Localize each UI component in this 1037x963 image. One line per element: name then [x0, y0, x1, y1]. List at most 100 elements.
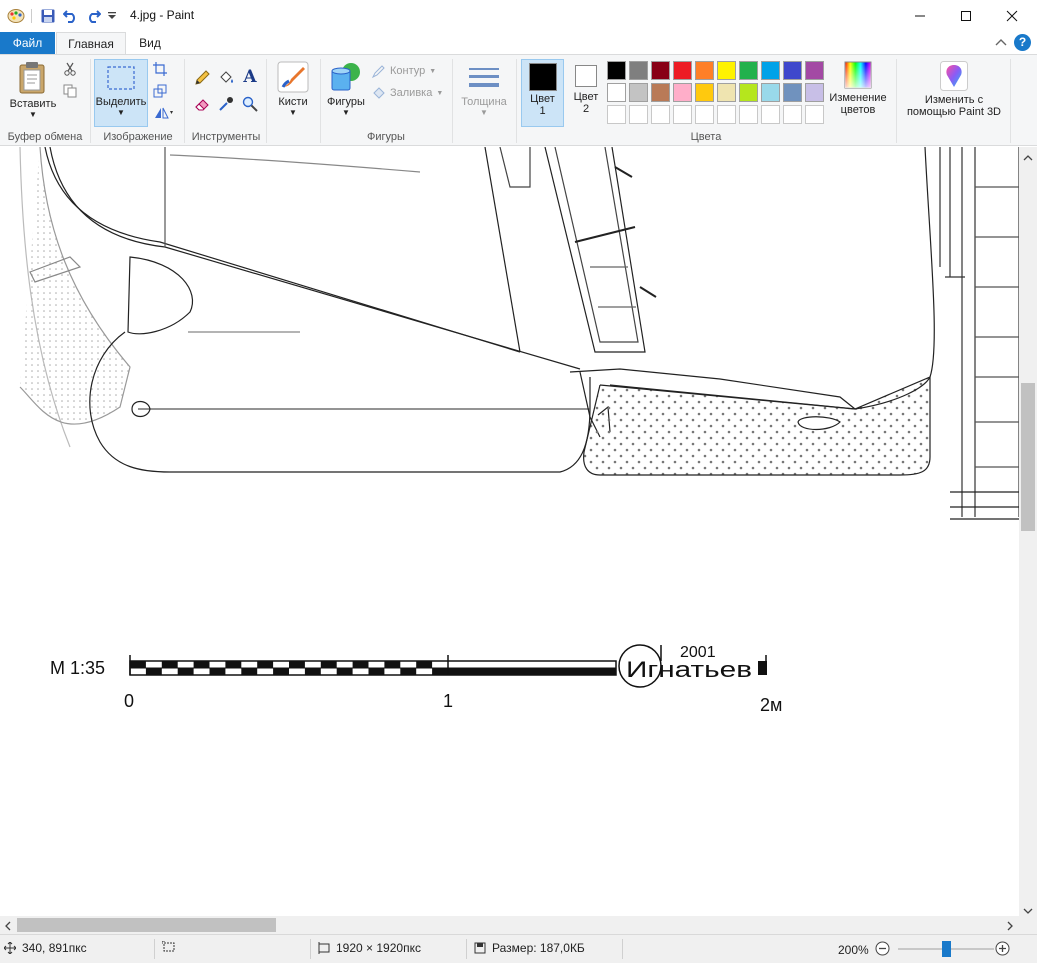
paste-icon	[19, 62, 45, 94]
palette-empty-swatch[interactable]	[739, 105, 758, 124]
palette-color-swatch[interactable]	[695, 61, 714, 80]
scroll-right-icon[interactable]	[1006, 920, 1014, 934]
color2-swatch	[575, 65, 597, 87]
scroll-up-icon[interactable]	[1023, 151, 1033, 165]
undo-icon[interactable]	[62, 7, 80, 25]
palette-color-swatch[interactable]	[761, 61, 780, 80]
pencil-icon[interactable]	[193, 69, 211, 87]
palette-empty-swatch[interactable]	[783, 105, 802, 124]
zoom-in-button[interactable]	[995, 941, 1010, 959]
scale-bar-segment	[161, 661, 178, 668]
rotate-icon[interactable]	[152, 105, 176, 121]
palette-color-swatch[interactable]	[629, 61, 648, 80]
group-separator	[896, 59, 897, 143]
tab-file[interactable]: Файл	[0, 32, 55, 54]
scale-bar-segment	[145, 668, 162, 675]
zoom-slider-thumb[interactable]	[942, 941, 951, 957]
select-icon	[107, 66, 135, 90]
zoom-out-button[interactable]	[875, 941, 890, 959]
save-icon[interactable]	[39, 7, 57, 25]
palette-empty-swatch[interactable]	[761, 105, 780, 124]
palette-color-swatch[interactable]	[805, 83, 824, 102]
palette-empty-swatch[interactable]	[629, 105, 648, 124]
scale-bar-segment	[130, 661, 146, 668]
tab-home[interactable]: Главная	[56, 32, 126, 55]
ribbon-tabs: Файл Главная Вид ?	[0, 32, 1037, 55]
eraser-icon[interactable]	[193, 95, 211, 113]
palette-color-swatch[interactable]	[761, 83, 780, 102]
palette-empty-swatch[interactable]	[651, 105, 670, 124]
palette-color-swatch[interactable]	[651, 83, 670, 102]
help-icon[interactable]: ?	[1014, 34, 1031, 51]
palette-color-swatch[interactable]	[805, 61, 824, 80]
size-button[interactable]: Толщина ▼	[456, 59, 512, 127]
vertical-scrollbar[interactable]	[1019, 147, 1037, 916]
file-size: Размер: 187,0КБ	[474, 941, 585, 955]
palette-color-swatch[interactable]	[673, 83, 692, 102]
palette-color-swatch[interactable]	[695, 83, 714, 102]
edit-with-paint3d-button[interactable]: Изменить с помощью Paint 3D	[900, 59, 1008, 127]
redo-icon[interactable]	[84, 7, 102, 25]
zoom-out-icon	[875, 941, 890, 956]
vertical-scroll-thumb[interactable]	[1021, 383, 1035, 531]
palette-empty-swatch[interactable]	[607, 105, 626, 124]
color2-button[interactable]: Цвет 2	[566, 59, 606, 127]
paint-app-icon[interactable]	[6, 7, 26, 25]
drawing-canvas[interactable]: М 1:35 0 1 2м 2001 Игнатьев	[0, 147, 1019, 916]
color1-label-line1: Цвет	[530, 93, 555, 105]
shapes-button[interactable]: Фигуры ▼	[322, 59, 370, 127]
crop-icon[interactable]	[152, 61, 168, 77]
palette-empty-swatch[interactable]	[805, 105, 824, 124]
scroll-left-icon[interactable]	[4, 920, 12, 934]
minimize-icon	[915, 15, 925, 17]
fill-button[interactable]: Заливка ▼	[372, 85, 452, 101]
palette-color-swatch[interactable]	[739, 83, 758, 102]
tab-view[interactable]: Вид	[130, 32, 170, 54]
color1-button[interactable]: Цвет 1	[521, 59, 564, 127]
customize-quick-access-icon[interactable]	[105, 7, 119, 25]
palette-empty-swatch[interactable]	[717, 105, 736, 124]
magnifier-icon[interactable]	[241, 95, 259, 113]
cut-icon[interactable]	[62, 61, 78, 77]
status-divider	[466, 939, 467, 959]
palette-empty-swatch[interactable]	[673, 105, 692, 124]
palette-color-swatch[interactable]	[717, 83, 736, 102]
paste-button[interactable]: Вставить ▼	[4, 59, 62, 127]
color2-label-line1: Цвет	[573, 91, 599, 103]
outline-dropdown-icon: ▼	[429, 67, 437, 75]
scale-bar-segment	[320, 661, 337, 668]
brushes-button[interactable]: Кисти ▼	[270, 59, 316, 127]
palette-color-swatch[interactable]	[651, 61, 670, 80]
zoom-controls: 200%	[838, 941, 890, 959]
palette-color-swatch[interactable]	[607, 83, 626, 102]
palette-color-swatch[interactable]	[673, 61, 692, 80]
close-button[interactable]	[989, 0, 1035, 32]
fill-bucket-icon[interactable]	[217, 69, 235, 87]
select-button[interactable]: Выделить ▼	[94, 59, 148, 127]
maximize-button[interactable]	[943, 0, 989, 32]
color-picker-icon[interactable]	[217, 95, 235, 113]
scale-bar-segment	[257, 661, 274, 668]
scale-bar-segment	[448, 668, 616, 675]
palette-color-swatch[interactable]	[717, 61, 736, 80]
palette-color-swatch[interactable]	[783, 61, 802, 80]
zoom-slider-track[interactable]	[898, 941, 994, 957]
palette-color-swatch[interactable]	[783, 83, 802, 102]
palette-empty-swatch[interactable]	[695, 105, 714, 124]
horizontal-scrollbar[interactable]	[0, 916, 1019, 934]
palette-color-swatch[interactable]	[607, 61, 626, 80]
copy-icon[interactable]	[62, 83, 78, 99]
horizontal-scroll-thumb[interactable]	[17, 918, 276, 932]
canvas-area[interactable]: М 1:35 0 1 2м 2001 Игнатьев	[0, 147, 1019, 916]
palette-color-swatch[interactable]	[739, 61, 758, 80]
text-tool-icon[interactable]: A	[241, 67, 259, 87]
minimize-button[interactable]	[897, 0, 943, 32]
brushes-label: Кисти	[278, 96, 308, 108]
edit-colors-button[interactable]: Изменение цветов	[826, 59, 890, 127]
image-group-label: Изображение	[103, 131, 173, 143]
title-divider	[31, 9, 32, 23]
collapse-ribbon-icon[interactable]	[995, 37, 1007, 51]
outline-button[interactable]: Контур ▼	[372, 63, 452, 79]
palette-color-swatch[interactable]	[629, 83, 648, 102]
resize-icon[interactable]	[152, 83, 168, 99]
